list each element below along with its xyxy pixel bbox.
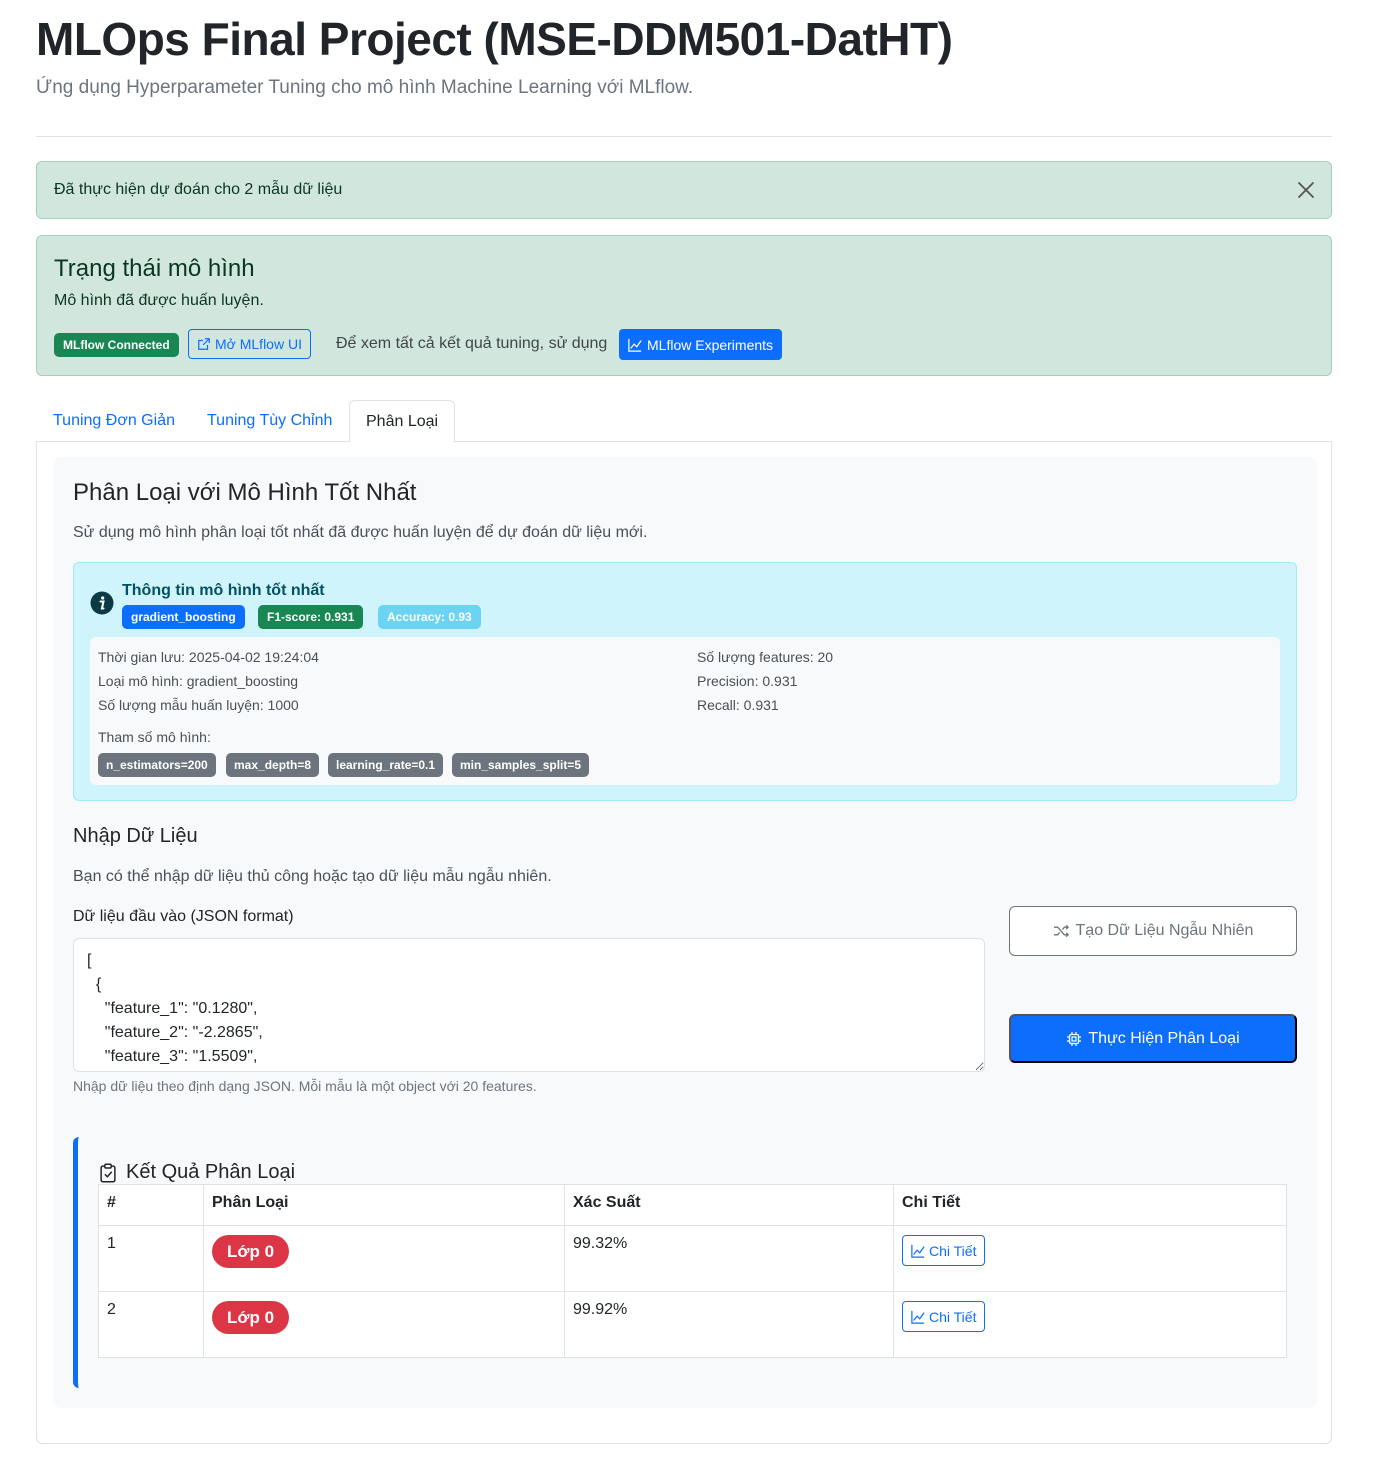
input-section-title: Nhập Dữ Liệu (73, 825, 198, 847)
classify-desc: Sử dụng mô hình phân loại tốt nhất đã đư… (73, 524, 648, 541)
classification-card: Phân Loại với Mô Hình Tốt Nhất Sử dụng m… (53, 457, 1317, 1408)
row-index: 1 (98, 1225, 204, 1292)
results-table: # Phân Loại Xác Suất Chi Tiết 1 Lớp 0 99… (98, 1184, 1287, 1358)
training-samples: Số lượng mẫu huấn luyện: 1000 (98, 697, 299, 713)
detail-button[interactable]: Chi Tiết (902, 1235, 986, 1266)
accuracy-badge: Accuracy: 0.93 (378, 605, 481, 629)
shuffle-icon (1053, 924, 1069, 938)
mlflow-experiments-button[interactable]: MLflow Experiments (619, 329, 783, 360)
model-status-box: Trạng thái mô hình Mô hình đã được huấn … (36, 235, 1332, 376)
model-status-text: Mô hình đã được huấn luyện. (54, 292, 264, 309)
recall: Recall: 0.931 (697, 697, 779, 713)
classify-title: Phân Loại với Mô Hình Tốt Nhất (73, 479, 417, 506)
success-alert: Đã thực hiện dự đoán cho 2 mẫu dữ liệu (36, 161, 1332, 219)
alert-text: Đã thực hiện dự đoán cho 2 mẫu dữ liệu (54, 181, 343, 198)
open-mlflow-ui-button[interactable]: Mở MLflow UI (188, 329, 311, 359)
chart-line-icon (911, 1310, 925, 1324)
mlflow-hint: Để xem tất cả kết quả tuning, sử dụng (336, 335, 608, 352)
input-section-desc: Bạn có thể nhập dữ liệu thủ công hoặc tạ… (73, 868, 552, 885)
classify-button-label: Thực Hiện Phân Loại (1088, 1029, 1240, 1047)
table-row: 2 Lớp 0 99.92% Chi Tiết (98, 1291, 1287, 1358)
open-mlflow-ui-label: Mở MLflow UI (215, 336, 302, 352)
json-input-help: Nhập dữ liệu theo định dạng JSON. Mỗi mẫ… (73, 1078, 537, 1094)
json-input-label: Dữ liệu đầu vào (JSON format) (73, 908, 294, 925)
mlflow-experiments-label: MLflow Experiments (647, 336, 774, 353)
column-header: Phân Loại (203, 1184, 565, 1226)
best-model-title: Thông tin mô hình tốt nhất (122, 582, 325, 599)
info-icon (90, 591, 114, 615)
clipboard-check-icon (100, 1163, 116, 1182)
model-status-title: Trạng thái mô hình (54, 255, 255, 282)
classification-results: Kết Quả Phân Loại # Phân Loại Xác Suất C… (73, 1137, 1297, 1388)
close-icon[interactable] (1295, 179, 1317, 201)
mlflow-connected-badge: MLflow Connected (54, 333, 179, 357)
page-subtitle: Ứng dụng Hyperparameter Tuning cho mô hì… (36, 77, 694, 98)
detail-button[interactable]: Chi Tiết (902, 1301, 986, 1332)
tab-bar: Tuning Đơn Giản Tuning Tùy Chỉnh Phân Lo… (36, 400, 1332, 443)
f1-score-badge: F1-score: 0.931 (258, 605, 364, 629)
table-header-row: # Phân Loại Xác Suất Chi Tiết (98, 1184, 1287, 1226)
row-index: 2 (98, 1291, 204, 1358)
results-title: Kết Quả Phân Loại (98, 1161, 295, 1184)
row-detail-cell: Chi Tiết (893, 1225, 1287, 1292)
precision: Precision: 0.931 (697, 673, 798, 689)
param-badge: max_depth=8 (226, 753, 320, 777)
class-badge: Lớp 0 (212, 1301, 290, 1334)
params-label: Tham số mô hình: (98, 729, 211, 745)
column-header: Chi Tiết (893, 1184, 1287, 1226)
tab-custom-tuning[interactable]: Tuning Tùy Chỉnh (191, 400, 348, 442)
row-detail-cell: Chi Tiết (893, 1291, 1287, 1358)
divider (36, 136, 1332, 137)
cpu-icon (1067, 1031, 1082, 1046)
detail-button-label: Chi Tiết (929, 1242, 977, 1259)
tab-classification[interactable]: Phân Loại (349, 400, 456, 443)
detail-button-label: Chi Tiết (929, 1308, 977, 1325)
page-title: MLOps Final Project (MSE-DDM501-DatHT) (36, 13, 953, 65)
row-class-cell: Lớp 0 (203, 1291, 565, 1358)
best-model-info: Thông tin mô hình tốt nhất gradient_boos… (73, 562, 1297, 801)
feature-count: Số lượng features: 20 (697, 649, 834, 665)
generate-random-data-button[interactable]: Tạo Dữ Liệu Ngẫu Nhiên (1009, 906, 1297, 956)
chart-line-icon (911, 1244, 925, 1258)
model-type: Loại mô hình: gradient_boosting (98, 673, 299, 689)
param-badge: learning_rate=0.1 (328, 753, 444, 777)
best-model-details: Thời gian lưu: 2025-04-02 19:24:04 Loại … (90, 637, 1280, 785)
classify-button[interactable]: Thực Hiện Phân Loại (1009, 1014, 1297, 1063)
table-row: 1 Lớp 0 99.32% Chi Tiết (98, 1225, 1287, 1292)
saved-time: Thời gian lưu: 2025-04-02 19:24:04 (98, 649, 319, 665)
results-title-label: Kết Quả Phân Loại (126, 1161, 296, 1183)
class-badge: Lớp 0 (212, 1235, 290, 1268)
param-badge: min_samples_split=5 (452, 753, 590, 777)
external-link-icon (198, 338, 210, 350)
generate-random-data-label: Tạo Dữ Liệu Ngẫu Nhiên (1075, 922, 1254, 939)
param-badge: n_estimators=200 (98, 753, 216, 777)
classification-pane: Phân Loại với Mô Hình Tốt Nhất Sử dụng m… (36, 441, 1332, 1444)
row-class-cell: Lớp 0 (203, 1225, 565, 1292)
tab-simple-tuning[interactable]: Tuning Đơn Giản (37, 400, 191, 442)
column-header: Xác Suất (564, 1184, 894, 1226)
chart-line-icon (628, 338, 642, 352)
model-name-badge: gradient_boosting (122, 605, 245, 629)
row-probability: 99.32% (564, 1225, 894, 1292)
row-probability: 99.92% (564, 1291, 894, 1358)
column-header: # (98, 1184, 204, 1226)
json-input-textarea[interactable]: [ { "feature_1": "0.1280", "feature_2": … (73, 938, 985, 1072)
